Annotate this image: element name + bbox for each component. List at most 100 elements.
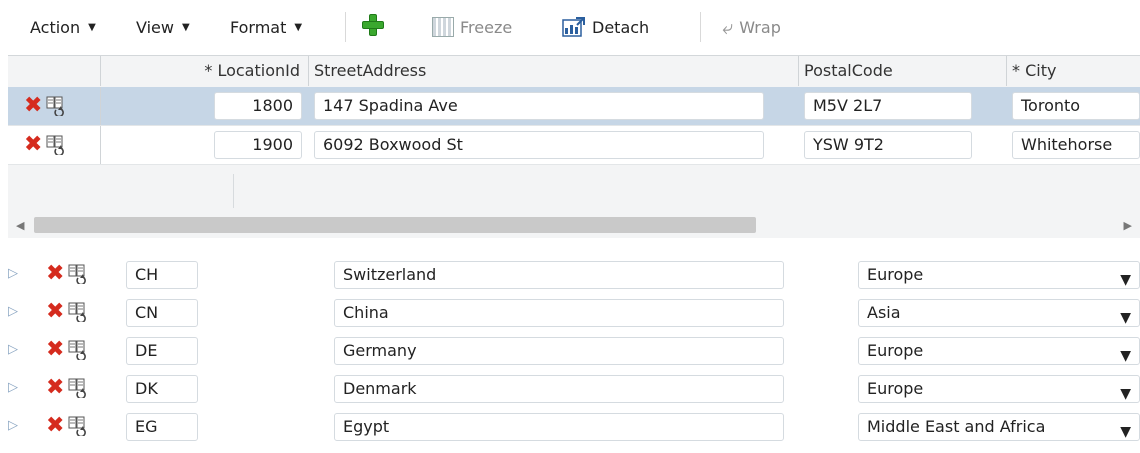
row-actions: ✖ xyxy=(46,415,90,438)
region-select[interactable]: Europe ▼ xyxy=(858,261,1140,289)
expand-triangle-icon[interactable]: ▷ xyxy=(8,380,18,395)
table-row[interactable]: ✖ 1900 6092 Boxwood St YSW 9T2 Whitehors… xyxy=(8,126,1140,165)
action-menu[interactable]: Action ▼ xyxy=(30,14,96,40)
region-select-value: Europe xyxy=(867,379,924,398)
delete-x-icon[interactable]: ✖ xyxy=(24,134,42,156)
column-header-street-address[interactable]: StreetAddress xyxy=(314,56,426,86)
add-row-icon[interactable] xyxy=(360,12,386,38)
region-select[interactable]: Middle East and Africa ▼ xyxy=(858,413,1140,441)
wrap-button[interactable]: ⤶ Wrap xyxy=(722,14,781,40)
delete-x-icon[interactable]: ✖ xyxy=(46,263,64,285)
row-actions: ✖ xyxy=(24,134,68,157)
column-divider xyxy=(100,126,101,164)
scroll-left-icon[interactable]: ◀ xyxy=(16,219,24,232)
region-select-value: Europe xyxy=(867,341,924,360)
expand-triangle-icon[interactable]: ▷ xyxy=(8,304,18,319)
view-menu[interactable]: View ▼ xyxy=(136,14,190,40)
street-address-field[interactable]: 147 Spadina Ave xyxy=(314,92,764,120)
row-properties-icon[interactable] xyxy=(68,416,88,438)
country-code-field[interactable]: DK xyxy=(126,375,198,403)
detach-button[interactable]: Detach xyxy=(562,14,649,40)
row-actions: ✖ xyxy=(46,263,90,286)
table-row[interactable]: ✖ 1800 147 Spadina Ave M5V 2L7 Toronto xyxy=(8,87,1140,126)
expand-triangle-icon[interactable]: ▷ xyxy=(8,342,18,357)
row-properties-icon[interactable] xyxy=(68,340,88,362)
region-select[interactable]: Europe ▼ xyxy=(858,375,1140,403)
city-field[interactable]: Whitehorse xyxy=(1012,131,1140,159)
dropdown-arrow-icon[interactable]: ▼ xyxy=(1120,305,1131,326)
row-properties-icon[interactable] xyxy=(46,135,66,157)
list-item[interactable]: ▷ ✖ CN China Asia ▼ xyxy=(0,294,1140,332)
row-actions: ✖ xyxy=(46,301,90,324)
country-name-field[interactable]: Switzerland xyxy=(334,261,784,289)
row-actions: ✖ xyxy=(24,95,68,118)
toolbar-divider xyxy=(345,12,346,42)
postal-code-field[interactable]: M5V 2L7 xyxy=(804,92,972,120)
city-field[interactable]: Toronto xyxy=(1012,92,1140,120)
freeze-label: Freeze xyxy=(460,17,513,37)
scrollbar-thumb[interactable] xyxy=(34,217,756,233)
expand-triangle-icon[interactable]: ▷ xyxy=(8,266,18,281)
toolbar-divider xyxy=(700,12,701,42)
list-item[interactable]: ▷ ✖ DE Germany Europe ▼ xyxy=(0,332,1140,370)
list-item[interactable]: ▷ ✖ CH Switzerland Europe ▼ xyxy=(0,256,1140,294)
row-actions: ✖ xyxy=(46,377,90,400)
dropdown-arrow-icon[interactable]: ▼ xyxy=(1120,381,1131,402)
list-item[interactable]: ▷ ✖ EG Egypt Middle East and Africa ▼ xyxy=(0,408,1140,446)
column-header-postal-code[interactable]: PostalCode xyxy=(804,56,893,86)
wrap-text-icon: ⤶ xyxy=(722,15,734,39)
country-code-field[interactable]: CH xyxy=(126,261,198,289)
country-name-field[interactable]: Egypt xyxy=(334,413,784,441)
locations-table: * LocationId StreetAddress PostalCode * … xyxy=(8,55,1140,238)
location-id-field[interactable]: 1800 xyxy=(214,92,302,120)
dropdown-arrow-icon[interactable]: ▼ xyxy=(1120,419,1131,440)
horizontal-scrollbar[interactable]: ◀ ▶ xyxy=(8,213,1140,237)
toolbar: Action ▼ View ▼ Format ▼ Freeze Detach ⤶… xyxy=(0,0,1140,55)
delete-x-icon[interactable]: ✖ xyxy=(46,415,64,437)
wrap-label: Wrap xyxy=(739,17,781,37)
dropdown-arrow-icon[interactable]: ▼ xyxy=(1120,343,1131,364)
region-select-value: Asia xyxy=(867,303,901,322)
list-item[interactable]: ▷ ✖ DK Denmark Europe ▼ xyxy=(0,370,1140,408)
delete-x-icon[interactable]: ✖ xyxy=(46,377,64,399)
view-menu-label: View xyxy=(136,17,174,37)
country-name-field[interactable]: Germany xyxy=(334,337,784,365)
delete-x-icon[interactable]: ✖ xyxy=(24,95,42,117)
chevron-down-icon: ▼ xyxy=(294,21,303,33)
delete-x-icon[interactable]: ✖ xyxy=(46,339,64,361)
country-code-field[interactable]: DE xyxy=(126,337,198,365)
country-name-field[interactable]: Denmark xyxy=(334,375,784,403)
street-address-field[interactable]: 6092 Boxwood St xyxy=(314,131,764,159)
location-id-field[interactable]: 1900 xyxy=(214,131,302,159)
column-header-city[interactable]: * City xyxy=(1012,56,1056,86)
delete-x-icon[interactable]: ✖ xyxy=(46,301,64,323)
column-divider xyxy=(1006,56,1007,86)
format-menu-label: Format xyxy=(230,17,287,37)
scroll-right-icon[interactable]: ▶ xyxy=(1124,219,1132,232)
column-divider xyxy=(100,87,101,125)
chevron-down-icon: ▼ xyxy=(88,21,96,33)
region-select[interactable]: Asia ▼ xyxy=(858,299,1140,327)
country-code-field[interactable]: CN xyxy=(126,299,198,327)
country-name-field[interactable]: China xyxy=(334,299,784,327)
format-menu[interactable]: Format ▼ xyxy=(230,14,302,40)
expand-triangle-icon[interactable]: ▷ xyxy=(8,418,18,433)
column-divider xyxy=(798,56,799,86)
row-properties-icon[interactable] xyxy=(68,264,88,286)
detach-icon xyxy=(562,16,586,38)
freeze-columns-icon xyxy=(432,17,454,37)
row-actions: ✖ xyxy=(46,339,90,362)
freeze-button[interactable]: Freeze xyxy=(432,14,512,40)
region-select-value: Middle East and Africa xyxy=(867,417,1046,436)
country-code-field[interactable]: EG xyxy=(126,413,198,441)
column-divider xyxy=(308,56,309,86)
table-empty-area xyxy=(8,164,1140,208)
postal-code-field[interactable]: YSW 9T2 xyxy=(804,131,972,159)
row-properties-icon[interactable] xyxy=(68,378,88,400)
row-properties-icon[interactable] xyxy=(68,302,88,324)
region-select-value: Europe xyxy=(867,265,924,284)
dropdown-arrow-icon[interactable]: ▼ xyxy=(1120,267,1131,288)
row-properties-icon[interactable] xyxy=(46,96,66,118)
column-header-location-id[interactable]: * LocationId xyxy=(100,56,308,86)
region-select[interactable]: Europe ▼ xyxy=(858,337,1140,365)
